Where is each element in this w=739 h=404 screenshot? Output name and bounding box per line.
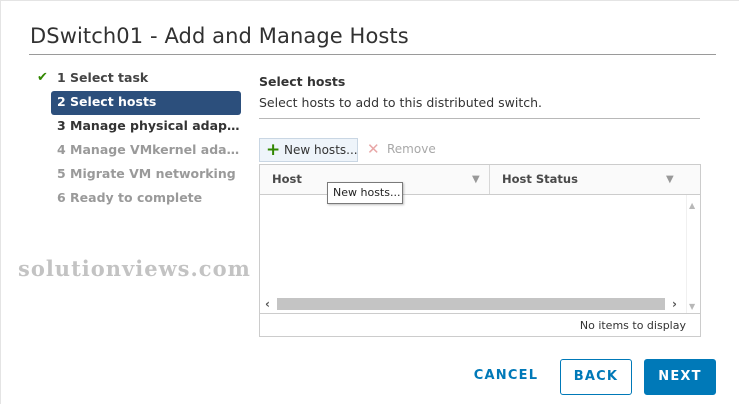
scroll-thumb[interactable]: [277, 298, 665, 310]
scroll-left-icon[interactable]: ‹: [265, 296, 270, 312]
scroll-right-icon[interactable]: ›: [672, 296, 677, 312]
section-description: Select hosts to add to this distributed …: [259, 95, 543, 110]
step-select-hosts[interactable]: 2 Select hosts: [51, 91, 241, 115]
step-label: 6 Ready to complete: [57, 190, 203, 205]
step-label: 1 Select task: [57, 70, 149, 85]
grid-header: Host ▼ Host Status ▼: [260, 165, 700, 195]
new-hosts-label: New hosts...: [284, 143, 358, 157]
hosts-grid: Host ▼ Host Status ▼ ▲ ▼ ‹ › No items to…: [259, 164, 701, 337]
title-divider: [29, 54, 716, 55]
new-hosts-button[interactable]: + New hosts...: [259, 138, 358, 162]
remove-button: ✕ Remove: [367, 138, 436, 162]
new-hosts-tooltip: New hosts...: [327, 182, 403, 204]
step-label: 3 Manage physical adapters: [57, 118, 241, 133]
cancel-button[interactable]: CANCEL: [465, 359, 547, 395]
horizontal-scrollbar[interactable]: ‹ ›: [260, 296, 686, 312]
remove-label: Remove: [387, 142, 436, 156]
scroll-up-icon[interactable]: ▲: [689, 201, 695, 210]
watermark-text: solutionviews.com: [18, 256, 251, 281]
empty-state-text: No items to display: [579, 319, 686, 332]
step-label: 4 Manage VMkernel adapt...: [57, 142, 241, 157]
vertical-scrollbar[interactable]: ▲ ▼: [686, 195, 699, 313]
step-select-task[interactable]: ✔ 1 Select task: [35, 67, 241, 91]
section-divider: [259, 118, 700, 119]
column-header-host-status[interactable]: Host Status ▼: [490, 165, 700, 194]
column-label: Host: [272, 172, 302, 186]
scroll-down-icon[interactable]: ▼: [689, 302, 695, 311]
next-button[interactable]: NEXT: [644, 359, 716, 395]
column-label: Host Status: [502, 172, 578, 186]
wizard-steps: ✔ 1 Select task 2 Select hosts 3 Manage …: [35, 67, 241, 211]
check-icon: ✔: [37, 70, 48, 85]
back-button[interactable]: BACK: [560, 359, 632, 395]
remove-x-icon: ✕: [367, 140, 380, 158]
filter-icon[interactable]: ▼: [472, 165, 480, 195]
step-label: 2 Select hosts: [57, 94, 157, 109]
plus-icon: +: [266, 140, 281, 160]
section-title: Select hosts: [259, 74, 346, 89]
filter-icon[interactable]: ▼: [666, 165, 674, 195]
step-migrate-vm-networking: 5 Migrate VM networking: [35, 163, 241, 187]
step-label: 5 Migrate VM networking: [57, 166, 236, 181]
dialog-title: DSwitch01 - Add and Manage Hosts: [30, 24, 409, 48]
step-content: Select hosts Select hosts to add to this…: [259, 67, 700, 119]
add-manage-hosts-dialog: DSwitch01 - Add and Manage Hosts ✔ 1 Sel…: [0, 0, 739, 404]
step-manage-vmkernel-adapters: 4 Manage VMkernel adapt...: [35, 139, 241, 163]
step-manage-physical-adapters[interactable]: 3 Manage physical adapters: [35, 115, 241, 139]
grid-footer: No items to display: [260, 313, 700, 336]
step-ready-to-complete: 6 Ready to complete: [35, 187, 241, 211]
